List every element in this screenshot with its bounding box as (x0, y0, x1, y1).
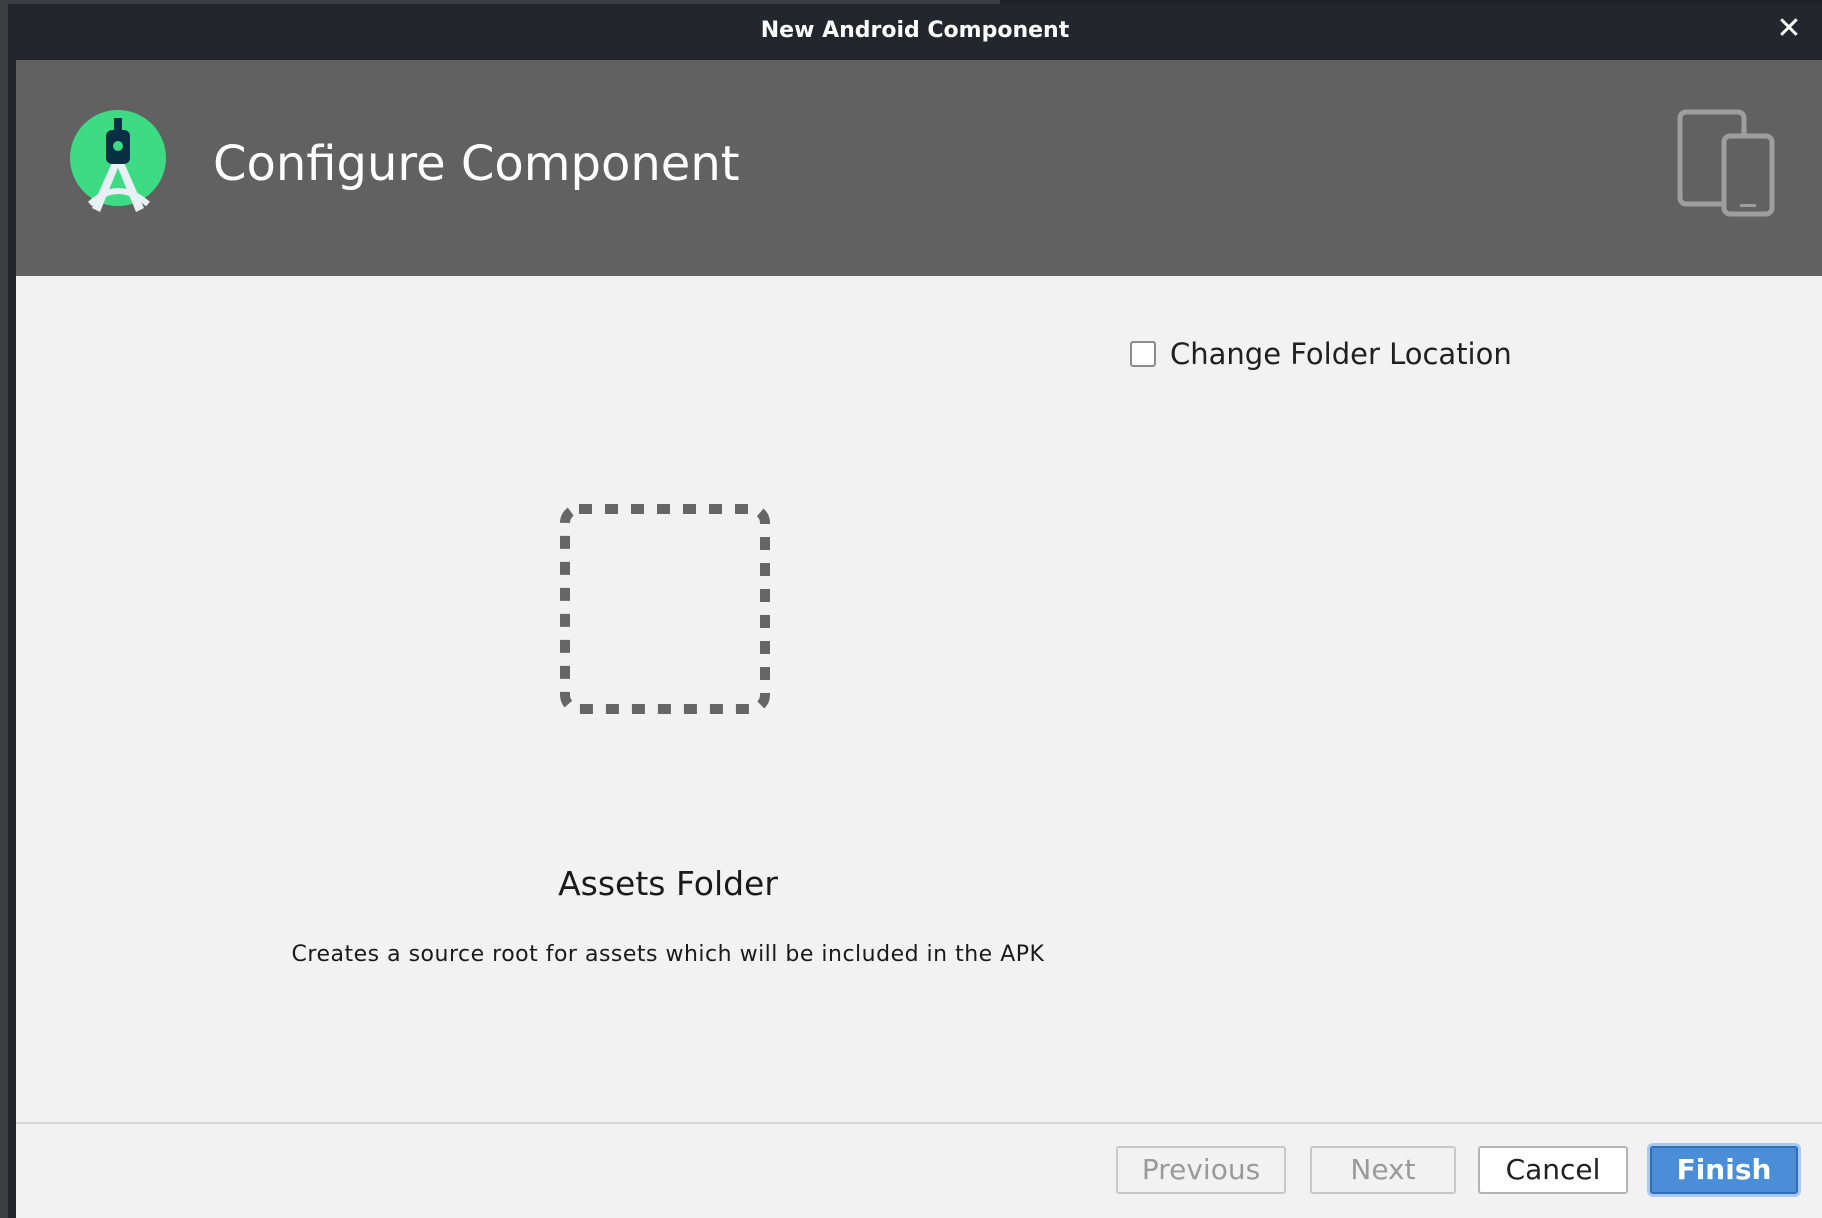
page-title: Configure Component (213, 136, 740, 192)
dashed-square-placeholder-icon (560, 504, 770, 714)
android-studio-logo-icon (70, 110, 166, 212)
next-button[interactable]: Next (1310, 1146, 1456, 1194)
component-description: Creates a source root for assets which w… (291, 942, 1045, 967)
dialog-title: New Android Component (760, 18, 1070, 43)
component-title: Assets Folder (558, 864, 778, 903)
previous-button[interactable]: Previous (1116, 1146, 1286, 1194)
change-folder-location-label: Change Folder Location (1170, 337, 1512, 371)
wizard-content: Change Folder Location Assets Folder Cre… (16, 276, 1822, 1218)
wizard-header: Configure Component (16, 60, 1822, 276)
dialog-title-bar: New Android Component ✕ (8, 4, 1822, 60)
close-icon[interactable]: ✕ (1774, 14, 1804, 44)
finish-button[interactable]: Finish (1650, 1146, 1798, 1194)
change-folder-location-checkbox[interactable] (1130, 341, 1156, 367)
background-ide-edge (0, 0, 8, 1218)
tablet-phone-icon (1677, 109, 1775, 217)
cancel-button[interactable]: Cancel (1478, 1146, 1628, 1194)
footer-divider (16, 1122, 1822, 1124)
new-android-component-dialog: New Android Component ✕ Configure Compon… (8, 4, 1822, 1218)
change-folder-location-option[interactable]: Change Folder Location (1130, 336, 1512, 372)
